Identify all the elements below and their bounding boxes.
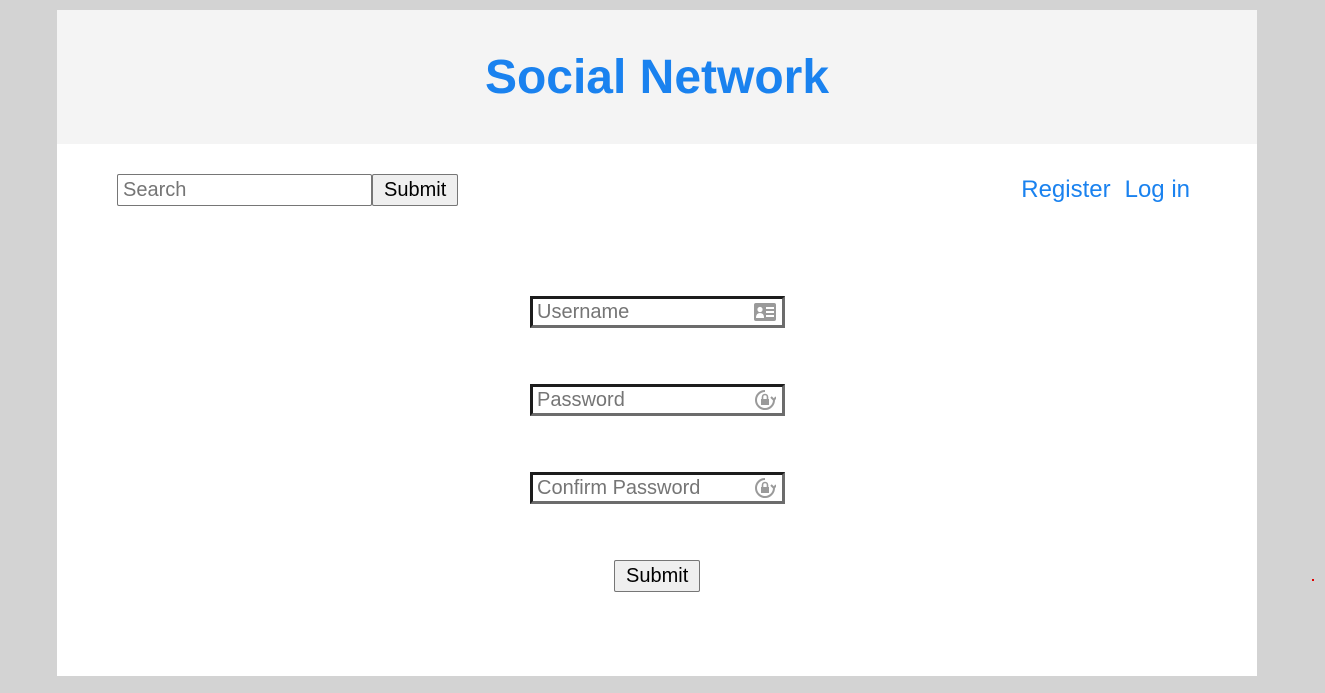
site-header: Social Network	[57, 10, 1257, 144]
page-container: Social Network Submit Register Log in	[57, 10, 1257, 676]
password-lock-icon	[753, 477, 777, 499]
site-title: Social Network	[484, 50, 830, 104]
password-lock-icon	[753, 389, 777, 411]
confirm-password-field-wrapper	[530, 472, 785, 504]
username-field[interactable]	[533, 299, 748, 325]
id-card-icon	[753, 301, 777, 323]
username-field-wrapper	[530, 296, 785, 328]
password-field[interactable]	[533, 387, 748, 413]
register-link[interactable]: Register	[1021, 176, 1110, 204]
password-field-wrapper	[530, 384, 785, 416]
register-submit-button[interactable]: Submit	[614, 560, 700, 592]
confirm-password-field[interactable]	[533, 475, 748, 501]
top-bar: Submit Register Log in	[117, 174, 1197, 206]
search-submit-button[interactable]: Submit	[372, 174, 458, 206]
stray-red-dot	[1312, 579, 1314, 581]
login-link[interactable]: Log in	[1125, 176, 1190, 204]
auth-nav: Register Log in	[1021, 174, 1190, 206]
search-input[interactable]	[117, 174, 372, 206]
